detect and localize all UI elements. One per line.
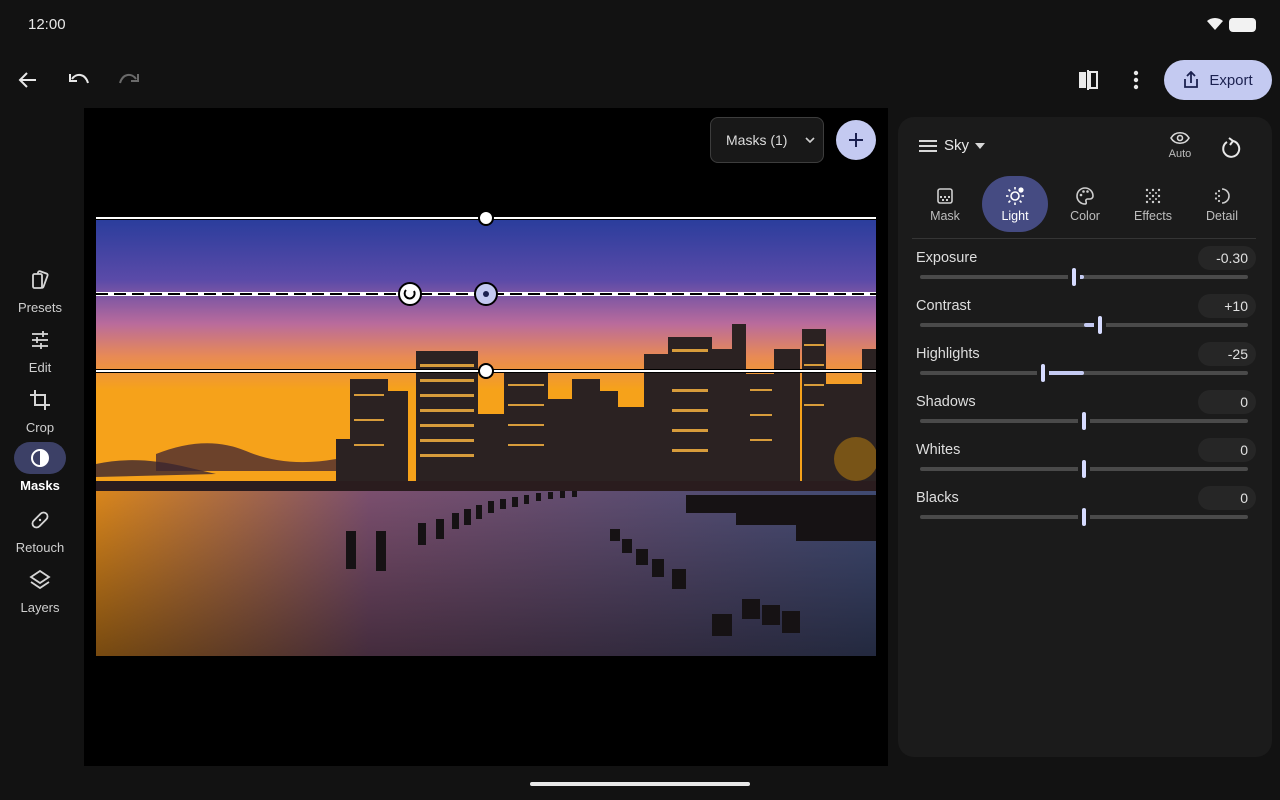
tab-label: Detail: [1206, 208, 1238, 223]
palette-icon: [1076, 186, 1094, 205]
tab-detail[interactable]: Detail: [1189, 176, 1255, 232]
tab-mask[interactable]: Mask: [912, 176, 978, 232]
dropdown-caret-icon: [975, 142, 986, 149]
sun-icon: [1006, 186, 1024, 205]
chevron-down-icon: [805, 137, 816, 143]
mask-icon: [31, 449, 49, 467]
slider-blacks[interactable]: Blacks 0: [916, 486, 1256, 538]
back-button[interactable]: [10, 62, 46, 98]
tab-label: Color: [1070, 208, 1100, 223]
reset-button[interactable]: [1220, 136, 1242, 165]
slider-thumb[interactable]: [1098, 316, 1103, 334]
mask-grid-icon: [937, 187, 953, 204]
export-label: Export: [1209, 71, 1253, 89]
wifi-icon: [1207, 17, 1223, 30]
tab-light[interactable]: Light: [982, 176, 1048, 232]
tab-color[interactable]: Color: [1052, 176, 1118, 232]
mask-name-label: Sky: [944, 137, 970, 154]
status-time: 12:00: [28, 16, 66, 33]
tab-divider: [912, 238, 1256, 239]
add-mask-button[interactable]: [836, 120, 876, 160]
crop-icon: [30, 390, 50, 410]
slider-highlights[interactable]: Highlights -25: [916, 342, 1256, 394]
rail-label: Presets: [17, 300, 63, 315]
top-edge-handle[interactable]: [478, 210, 494, 226]
slider-shadows[interactable]: Shadows 0: [916, 390, 1256, 442]
eye-icon: [1170, 131, 1190, 145]
center-handle[interactable]: [474, 282, 498, 306]
slider-label: Contrast: [916, 298, 971, 314]
slider-label: Exposure: [916, 250, 978, 266]
slider-whites[interactable]: Whites 0: [916, 438, 1256, 490]
rail-label: Retouch: [15, 540, 65, 555]
battery-icon: [1229, 18, 1256, 32]
rail-item-layers[interactable]: Layers: [0, 564, 80, 615]
export-button[interactable]: Export: [1164, 60, 1272, 100]
slider-contrast[interactable]: Contrast +10: [916, 294, 1256, 346]
redo-button[interactable]: [110, 62, 146, 98]
plus-icon: [849, 133, 863, 147]
compare-icon: [1079, 70, 1098, 90]
detail-icon: [1214, 187, 1230, 204]
redo-icon: [119, 73, 139, 84]
tab-label: Light: [1001, 208, 1029, 223]
gradient-mask-overlay[interactable]: [96, 205, 876, 385]
rail-item-presets[interactable]: Presets: [0, 264, 80, 315]
rail-item-edit[interactable]: Edit: [0, 324, 80, 375]
back-arrow-icon: [18, 72, 36, 88]
slider-label: Shadows: [916, 394, 976, 410]
bandage-icon: [31, 511, 49, 529]
tab-label: Mask: [930, 208, 960, 223]
undo-icon: [69, 73, 89, 84]
slider-value-field[interactable]: -25: [1198, 342, 1256, 366]
slider-value-field[interactable]: 0: [1198, 438, 1256, 462]
rail-label: Crop: [25, 420, 55, 435]
slider-value-field[interactable]: 0: [1198, 390, 1256, 414]
reset-icon: [1222, 137, 1241, 158]
slider-label: Highlights: [916, 346, 980, 362]
rotate-handle[interactable]: [398, 282, 422, 306]
rail-item-masks[interactable]: Masks: [0, 442, 80, 493]
slider-thumb[interactable]: [1072, 268, 1077, 286]
masks-dropdown-label: Masks (1): [726, 132, 788, 148]
slider-value-field[interactable]: 0: [1198, 486, 1256, 510]
linear-gradient-icon: [919, 139, 937, 152]
slider-thumb[interactable]: [1082, 412, 1086, 430]
compare-button[interactable]: [1070, 62, 1106, 98]
slider-label: Whites: [916, 442, 961, 458]
slider-fill: [1043, 371, 1084, 375]
bottom-edge-handle[interactable]: [478, 363, 494, 379]
rail-label: Masks: [20, 478, 60, 493]
tab-effects[interactable]: Effects: [1120, 176, 1186, 232]
auto-button[interactable]: Auto: [1162, 131, 1198, 160]
masks-dropdown[interactable]: Masks (1): [710, 117, 824, 163]
sliders-icon: [32, 331, 48, 349]
slider-thumb[interactable]: [1082, 508, 1086, 526]
home-indicator[interactable]: [530, 782, 750, 786]
slider-label: Blacks: [916, 490, 959, 506]
rail-label: Layers: [20, 600, 60, 615]
rail-label: Edit: [28, 360, 52, 375]
presets-icon: [32, 270, 49, 289]
slider-value-field[interactable]: +10: [1198, 294, 1256, 318]
auto-label: Auto: [1168, 148, 1192, 160]
layers-icon: [29, 569, 51, 590]
rail-item-crop[interactable]: Crop: [0, 384, 80, 435]
rail-item-retouch[interactable]: Retouch: [0, 504, 80, 555]
slider-thumb[interactable]: [1041, 364, 1045, 382]
share-icon: [1184, 71, 1199, 88]
slider-thumb[interactable]: [1082, 460, 1086, 478]
slider-value-field[interactable]: -0.30: [1198, 246, 1256, 270]
more-vert-icon: [1133, 70, 1139, 90]
slider-track[interactable]: [920, 275, 1248, 279]
undo-button[interactable]: [62, 62, 98, 98]
slider-exposure[interactable]: Exposure -0.30: [916, 246, 1256, 298]
mask-selector[interactable]: Sky: [918, 137, 986, 154]
tab-label: Effects: [1134, 208, 1172, 223]
more-options-button[interactable]: [1118, 62, 1154, 98]
slider-track[interactable]: [920, 371, 1248, 375]
effects-icon: [1145, 188, 1161, 203]
